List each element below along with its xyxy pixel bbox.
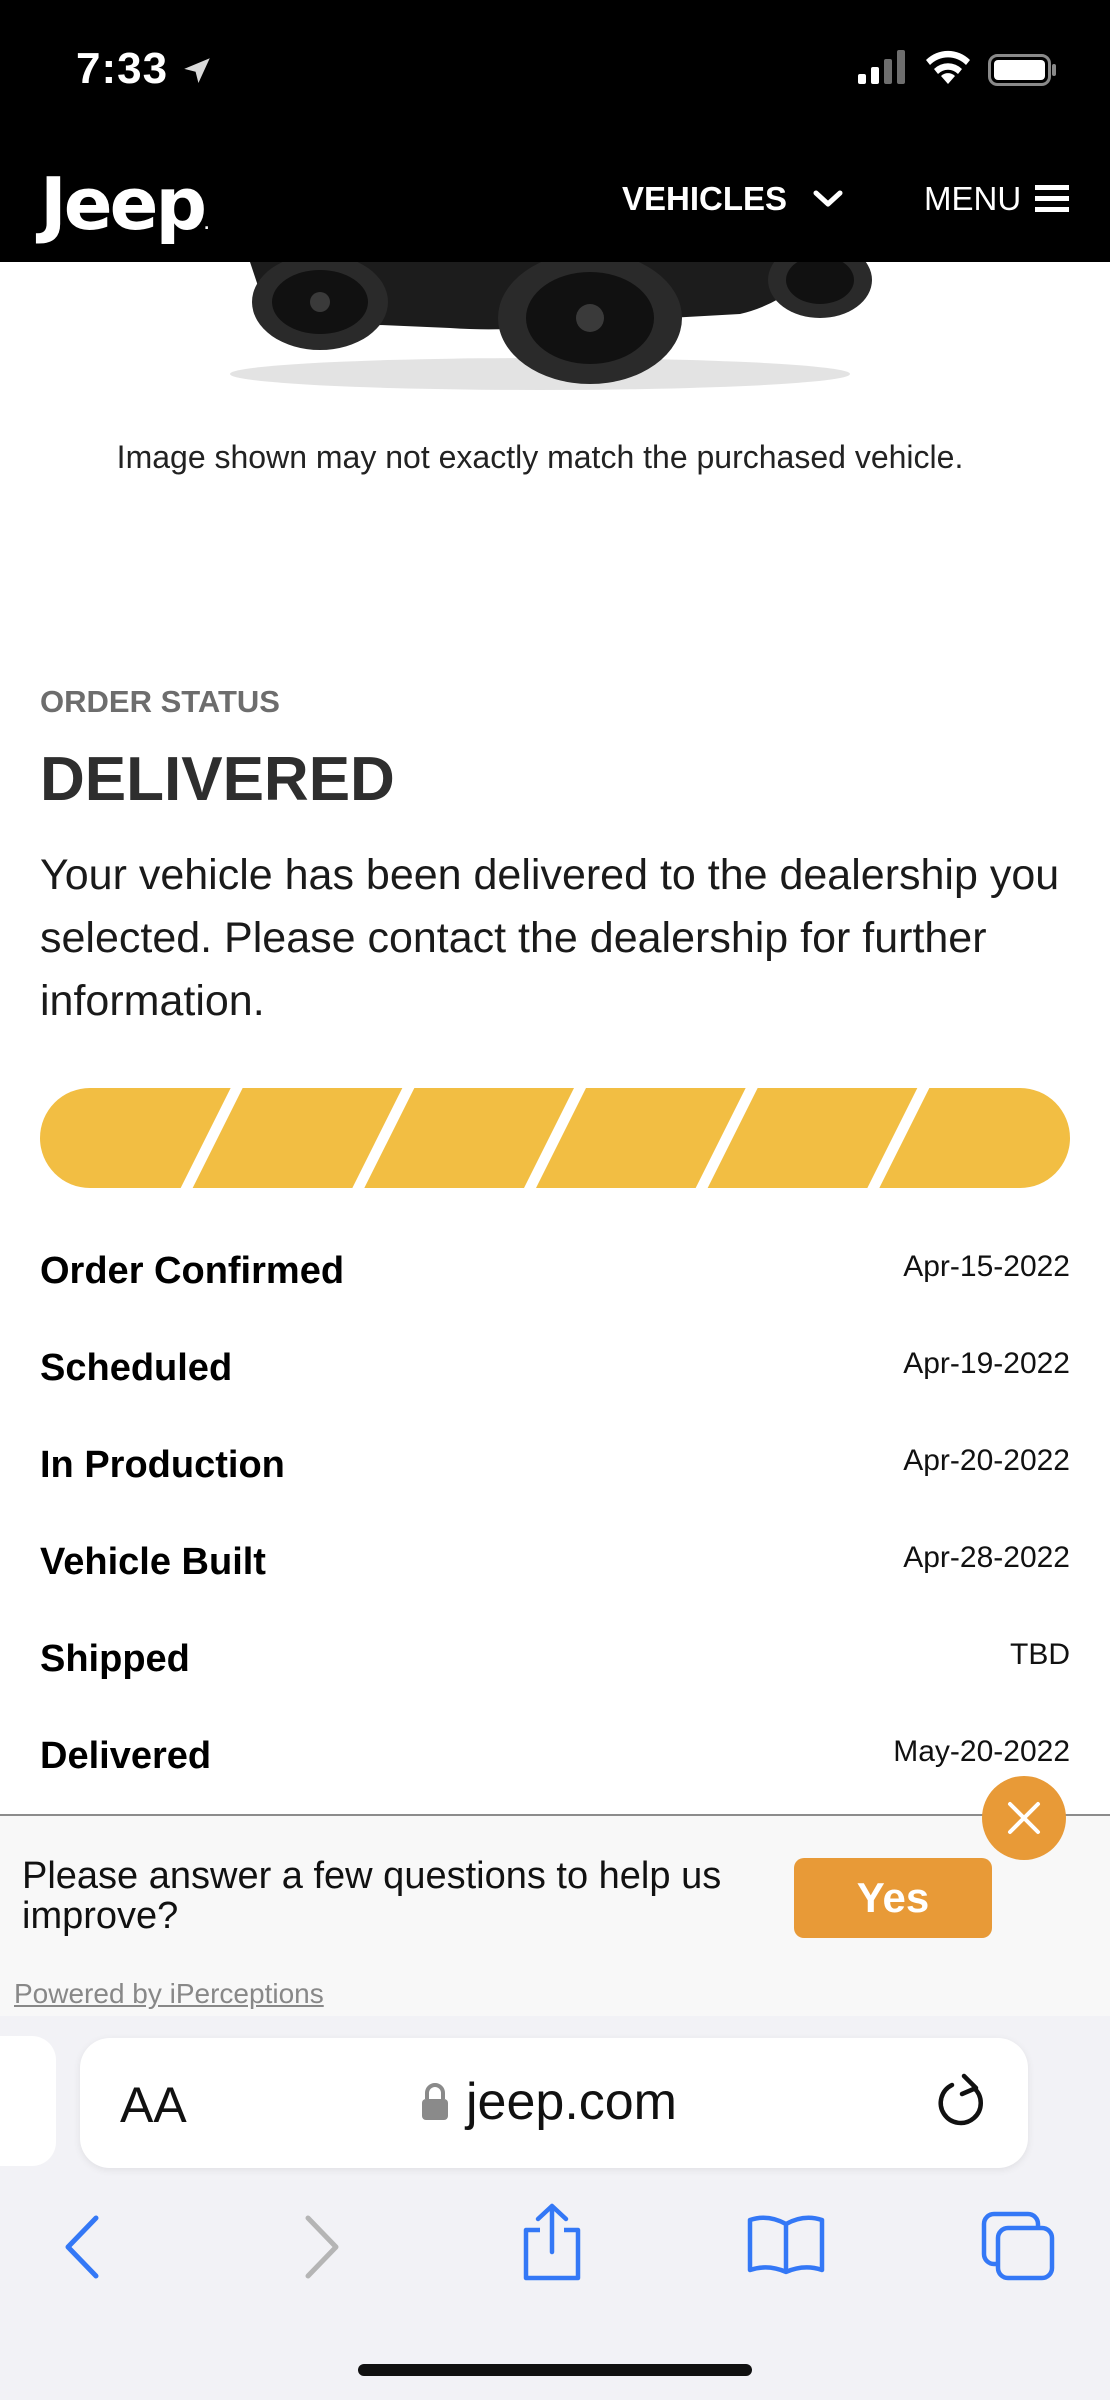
home-indicator [358,2364,752,2376]
reload-icon[interactable] [932,2072,992,2134]
vehicle-image [230,262,872,390]
progress-segment [192,1088,403,1188]
survey-question: Please answer a few questions to help us… [22,1855,722,1937]
vehicles-dropdown[interactable]: VEHICLES [622,180,843,218]
progress-segment [707,1088,918,1188]
progress-segment [536,1088,746,1188]
jeep-logo[interactable]: Jeep. [40,162,210,246]
order-status-label: ORDER STATUS [40,684,280,719]
powered-by-link[interactable]: Powered by iPerceptions [14,1978,324,2010]
milestone-name: Order Confirmed [40,1250,345,1292]
back-arrow-icon[interactable] [60,2212,104,2282]
milestone-row: Order Confirmed Apr-15-2022 [40,1220,1070,1317]
milestone-date: Apr-19-2022 [903,1347,1070,1380]
milestone-name: Vehicle Built [40,1541,266,1583]
survey-yes-button[interactable]: Yes [794,1858,992,1938]
close-icon [1008,1802,1040,1834]
milestone-name: Shipped [40,1638,190,1680]
milestone-name: Scheduled [40,1347,233,1389]
milestone-date: Apr-28-2022 [903,1541,1070,1574]
chevron-down-icon [813,190,843,207]
milestone-row: In Production Apr-20-2022 [40,1414,1070,1511]
status-time: 7:33 [76,44,169,93]
text-size-label: AA [120,2077,187,2133]
browser-chrome: AA jeep.com [0,2016,1110,2400]
share-icon[interactable] [520,2202,584,2282]
browser-toolbar [0,2192,1110,2312]
location-arrow-icon [184,58,210,84]
tabs-icon[interactable] [980,2210,1056,2282]
milestone-row: Vehicle Built Apr-28-2022 [40,1511,1070,1608]
url-host[interactable]: jeep.com [420,2072,677,2132]
logo-text: Jeep [40,162,207,246]
milestone-row: Scheduled Apr-19-2022 [40,1317,1070,1414]
order-progress-bar [40,1088,1070,1188]
milestone-name: In Production [40,1444,285,1486]
vehicles-label: VEHICLES [622,180,788,217]
text-size-button[interactable]: AA [120,2076,187,2134]
milestone-list: Order Confirmed Apr-15-2022 Scheduled Apr-… [40,1220,1070,1802]
menu-button[interactable]: MENU [924,180,1070,218]
milestone-name: Delivered [40,1735,212,1777]
milestone-row: Delivered May-20-2022 [40,1705,1070,1802]
menu-label: MENU [924,180,1022,217]
cellular-signal-icon [858,50,905,84]
status-bar: 7:33 [0,0,1110,138]
lock-icon [422,2083,448,2120]
bookmarks-icon[interactable] [746,2212,826,2276]
forward-arrow-icon[interactable] [300,2212,344,2282]
site-header: Jeep. VEHICLES MENU [0,138,1110,262]
milestone-date: Apr-15-2022 [903,1250,1070,1283]
survey-banner: Please answer a few questions to help us… [0,1814,1110,2019]
hamburger-icon [1035,185,1070,212]
survey-close-button[interactable] [982,1776,1066,1860]
battery-icon [988,54,1056,86]
milestone-row: Shipped TBD [40,1608,1070,1705]
address-bar[interactable]: AA jeep.com [80,2038,1028,2168]
milestone-date: TBD [1010,1638,1070,1671]
order-status-title: DELIVERED [40,745,395,814]
image-disclaimer: Image shown may not exactly match the pu… [116,439,964,475]
host-text: jeep.com [466,2073,677,2131]
previous-tab-preview[interactable] [0,2036,56,2166]
milestone-date: May-20-2022 [893,1735,1070,1768]
milestone-date: Apr-20-2022 [903,1444,1070,1477]
wifi-icon [926,50,970,84]
order-status-description: Your vehicle has been delivered to the d… [40,851,1060,1025]
progress-segment [364,1088,574,1188]
